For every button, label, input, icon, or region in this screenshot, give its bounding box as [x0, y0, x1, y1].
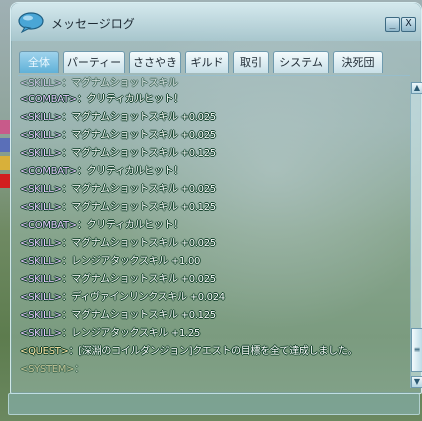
chat-input-bar[interactable] [8, 393, 420, 415]
log-line: <SKILL>：マグナムショットスキル +0.125 [20, 148, 216, 159]
log-line: <SKILL>：マグナムショットスキル +0.025 [20, 274, 216, 285]
log-line-partial: <SYSTEM>： [20, 364, 84, 375]
log-line: <SKILL>：マグナムショットスキル +0.025 [20, 238, 216, 249]
tab-party[interactable]: パーティー [63, 51, 125, 73]
scroll-thumb[interactable]: ≡ [411, 328, 422, 372]
message-log-window[interactable]: メッセージログ _ X 全体 パーティー ささやき ギルド 取引 システム 決死… [10, 2, 422, 394]
log-line: <SKILL>：マグナムショットスキル +0.025 [20, 130, 216, 141]
log-line: <COMBAT>：クリティカルヒット！ [20, 220, 183, 231]
log-line: <SKILL>：マグナムショットスキル +0.125 [20, 310, 216, 321]
tab-trade[interactable]: 取引 [233, 51, 269, 73]
speech-bubble-icon [17, 11, 45, 34]
log-line: <QUEST>：[深淵のコイルダンジョン]クエストの目標を全て達成しました。 [20, 346, 358, 357]
arrow-down-icon[interactable]: ▼ [411, 376, 422, 388]
log-line-partial: <SKILL>：マグナムショットスキル [20, 78, 178, 89]
background-hud-fragments [0, 120, 10, 260]
log-line: <SKILL>：レンジアタックスキル +1.00 [20, 256, 201, 267]
message-log[interactable]: <SKILL>：マグナムショットスキル <COMBAT>：クリティカルヒット！ … [18, 76, 402, 388]
titlebar[interactable]: メッセージログ _ X [11, 3, 421, 41]
log-line: <SKILL>：ディヴァインリンクスキル +0.024 [20, 292, 225, 303]
close-button[interactable]: X [401, 17, 416, 32]
log-line: <SKILL>：マグナムショットスキル +0.125 [20, 202, 216, 213]
tab-all[interactable]: 全体 [19, 51, 59, 73]
log-line: <SKILL>：レンジアタックスキル +1.25 [20, 328, 201, 339]
tab-kesshidan[interactable]: 決死団 [333, 51, 383, 73]
tab-system[interactable]: システム [273, 51, 329, 73]
log-line: <SKILL>：マグナムショットスキル +0.025 [20, 112, 216, 123]
log-line: <COMBAT>：クリティカルヒット！ [20, 166, 183, 177]
window-title: メッセージログ [51, 17, 135, 31]
log-line: <COMBAT>：クリティカルヒット！ [20, 94, 183, 105]
log-line: <SKILL>：マグナムショットスキル +0.025 [20, 184, 216, 195]
tab-guild[interactable]: ギルド [185, 51, 229, 73]
arrow-up-icon[interactable]: ▲ [411, 82, 422, 94]
log-scrollbar[interactable]: ▲ ≡ ▼ [410, 82, 422, 388]
tab-whisper[interactable]: ささやき [129, 51, 181, 73]
minimize-button[interactable]: _ [385, 17, 400, 32]
